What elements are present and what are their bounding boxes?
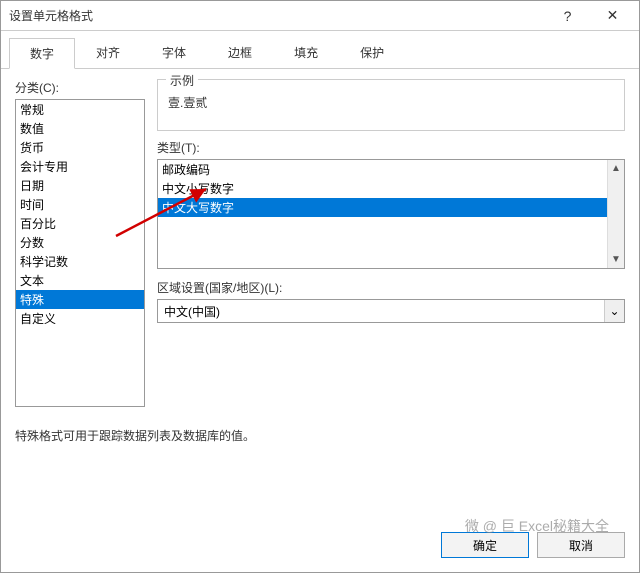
tab-protection[interactable]: 保护 xyxy=(339,37,405,68)
tab-number[interactable]: 数字 xyxy=(9,38,75,69)
category-item-text[interactable]: 文本 xyxy=(16,271,144,290)
category-item-general[interactable]: 常规 xyxy=(16,100,144,119)
category-item-number[interactable]: 数值 xyxy=(16,119,144,138)
button-row: 确定 取消 xyxy=(441,532,625,558)
scroll-down-icon[interactable]: ▼ xyxy=(608,251,624,268)
locale-combobox[interactable]: 中文(中国) ⌄ xyxy=(157,299,625,323)
category-label: 分类(C): xyxy=(15,79,145,96)
category-item-fraction[interactable]: 分数 xyxy=(16,233,144,252)
sample-value: 壹.壹贰 xyxy=(168,94,614,111)
close-button[interactable]: ✕ xyxy=(590,2,635,30)
locale-label: 区域设置(国家/地区)(L): xyxy=(157,279,625,296)
scroll-up-icon[interactable]: ▲ xyxy=(608,160,624,177)
sample-group-title: 示例 xyxy=(166,72,198,89)
chevron-down-icon[interactable]: ⌄ xyxy=(604,300,624,322)
category-pane: 分类(C): 常规 数值 货币 会计专用 日期 时间 百分比 分数 科学记数 文… xyxy=(15,79,145,407)
category-item-percentage[interactable]: 百分比 xyxy=(16,214,144,233)
category-item-custom[interactable]: 自定义 xyxy=(16,309,144,328)
content-area: 分类(C): 常规 数值 货币 会计专用 日期 时间 百分比 分数 科学记数 文… xyxy=(1,69,639,417)
category-listbox[interactable]: 常规 数值 货币 会计专用 日期 时间 百分比 分数 科学记数 文本 特殊 自定… xyxy=(15,99,145,407)
format-cells-dialog: 设置单元格格式 ? ✕ 数字 对齐 字体 边框 填充 保护 分类(C): 常规 … xyxy=(0,0,640,573)
type-listbox[interactable]: 邮政编码 中文小写数字 中文大写数字 ▲ ▼ xyxy=(157,159,625,269)
sample-group: 示例 壹.壹贰 xyxy=(157,79,625,131)
category-item-time[interactable]: 时间 xyxy=(16,195,144,214)
category-item-date[interactable]: 日期 xyxy=(16,176,144,195)
type-label: 类型(T): xyxy=(157,139,625,156)
type-item-cn-upper[interactable]: 中文大写数字 xyxy=(158,198,624,217)
help-button[interactable]: ? xyxy=(545,2,590,30)
tab-font[interactable]: 字体 xyxy=(141,37,207,68)
tab-alignment[interactable]: 对齐 xyxy=(75,37,141,68)
description-text: 特殊格式可用于跟踪数据列表及数据库的值。 xyxy=(1,417,639,454)
titlebar: 设置单元格格式 ? ✕ xyxy=(1,1,639,31)
category-item-accounting[interactable]: 会计专用 xyxy=(16,157,144,176)
locale-value: 中文(中国) xyxy=(158,303,604,320)
category-item-scientific[interactable]: 科学记数 xyxy=(16,252,144,271)
category-item-special[interactable]: 特殊 xyxy=(16,290,144,309)
type-scrollbar[interactable]: ▲ ▼ xyxy=(607,160,624,268)
dialog-title: 设置单元格格式 xyxy=(9,7,545,24)
tab-strip: 数字 对齐 字体 边框 填充 保护 xyxy=(1,31,639,69)
detail-pane: 示例 壹.壹贰 类型(T): 邮政编码 中文小写数字 中文大写数字 ▲ ▼ 区域… xyxy=(157,79,625,407)
cancel-button[interactable]: 取消 xyxy=(537,532,625,558)
type-item-cn-lower[interactable]: 中文小写数字 xyxy=(158,179,624,198)
tab-border[interactable]: 边框 xyxy=(207,37,273,68)
ok-button[interactable]: 确定 xyxy=(441,532,529,558)
type-item-zipcode[interactable]: 邮政编码 xyxy=(158,160,624,179)
category-item-currency[interactable]: 货币 xyxy=(16,138,144,157)
tab-fill[interactable]: 填充 xyxy=(273,37,339,68)
